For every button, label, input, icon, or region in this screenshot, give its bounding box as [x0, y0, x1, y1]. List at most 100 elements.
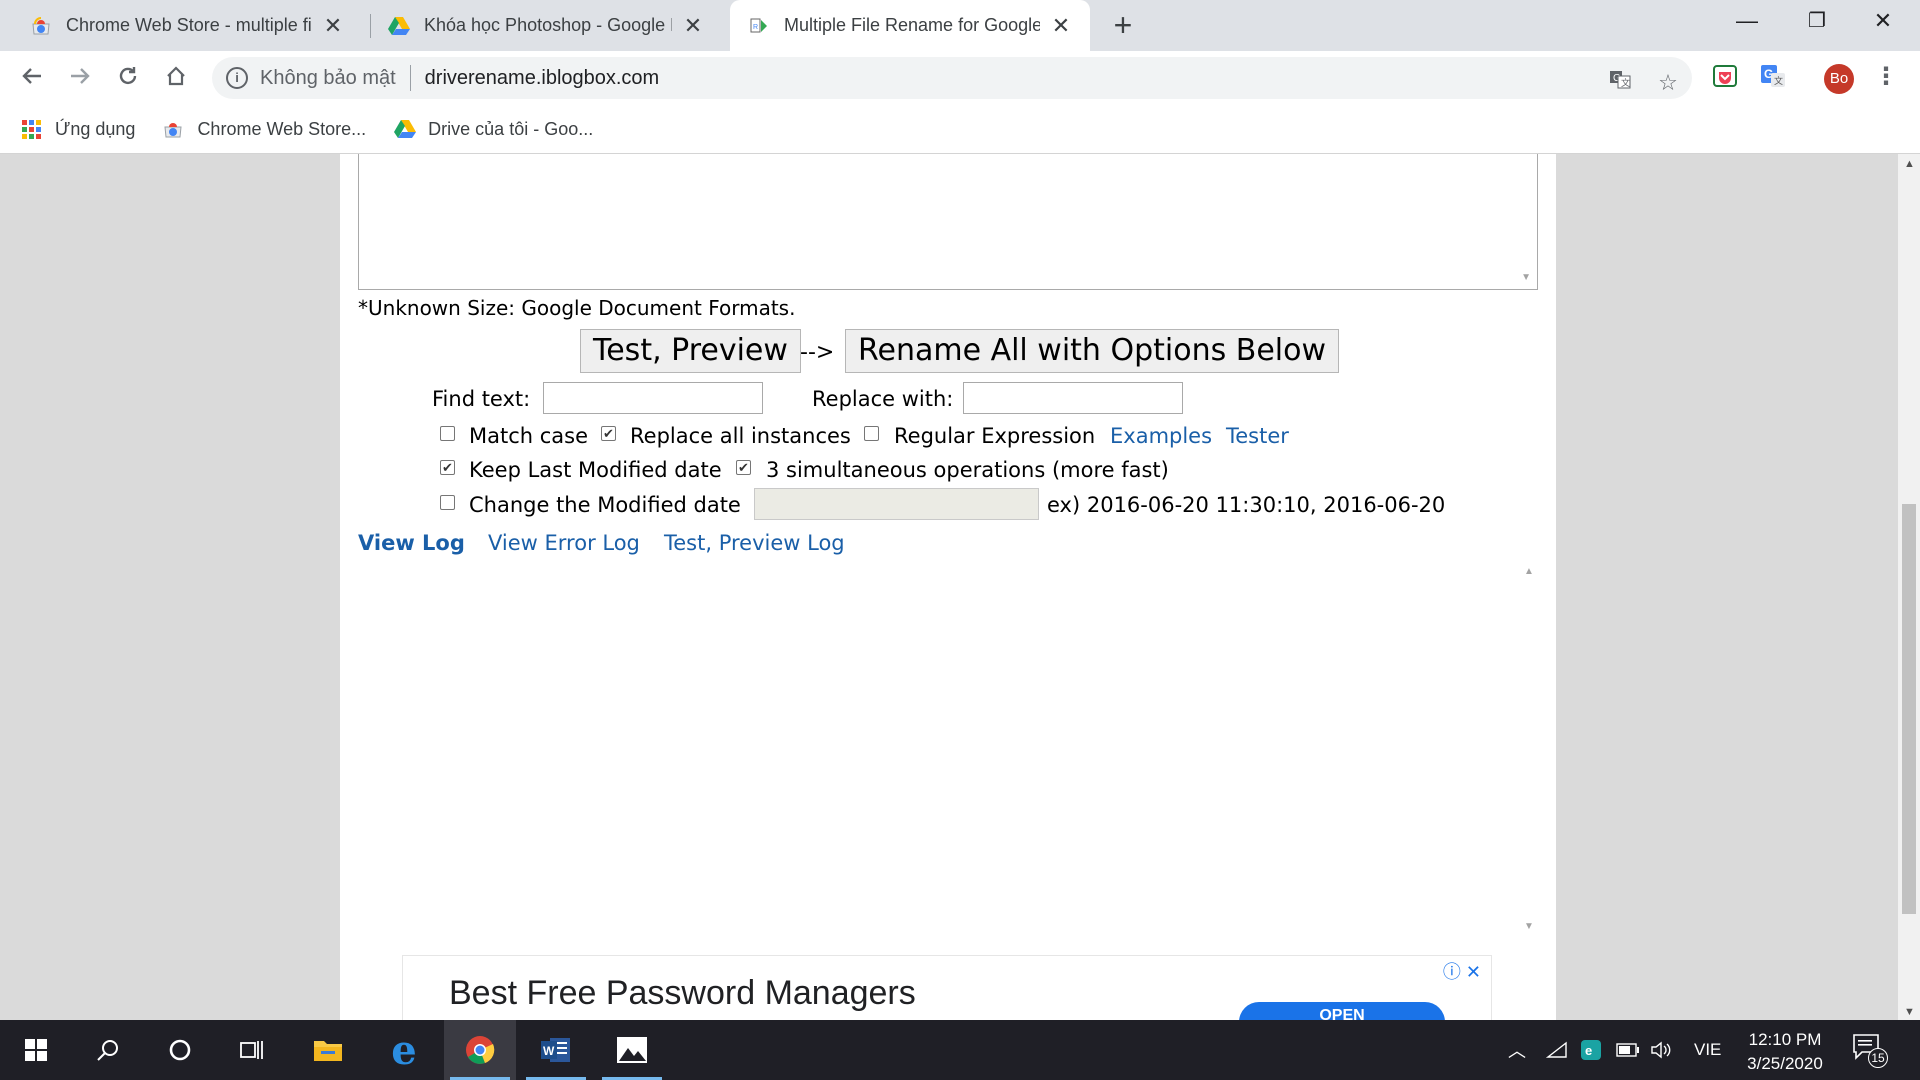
bookmark-label: Chrome Web Store... [197, 118, 367, 139]
svg-text:文: 文 [1621, 77, 1630, 88]
volume-icon[interactable] [1650, 1020, 1672, 1080]
new-tab-button[interactable]: + [1105, 8, 1141, 44]
input-language-indicator[interactable]: VIE [1694, 1020, 1721, 1080]
bookmark-google-drive[interactable]: Drive của tôi - Goo... [394, 119, 593, 140]
tab-khoa-hoc-photoshop[interactable]: Khóa học Photoshop - Google D ✕ [370, 0, 722, 51]
rename-all-button[interactable]: Rename All with Options Below [845, 329, 1340, 373]
profile-avatar[interactable]: Bo [1824, 64, 1854, 94]
task-view-button[interactable] [216, 1020, 288, 1080]
scroll-down-arrow-icon[interactable]: ▼ [1524, 921, 1534, 932]
close-window-button[interactable]: ✕ [1852, 0, 1914, 44]
bookmark-star-icon[interactable]: ☆ [1652, 67, 1684, 99]
chrome-taskbar-button[interactable] [444, 1020, 516, 1080]
edge-button[interactable]: e [368, 1020, 440, 1080]
scroll-up-arrow-icon[interactable]: ▲ [1524, 566, 1534, 577]
scrollbar-thumb[interactable] [1902, 504, 1916, 914]
tab-title: Chrome Web Store - multiple file [66, 15, 312, 35]
reload-icon [119, 67, 137, 85]
word-taskbar-button[interactable]: W [520, 1020, 592, 1080]
back-button[interactable] [14, 60, 50, 96]
system-clock[interactable]: 12:10 PM 3/25/2020 [1730, 1028, 1840, 1076]
tester-link[interactable]: Tester [1226, 424, 1289, 448]
scroll-down-arrow-icon[interactable]: ▼ [1521, 272, 1531, 283]
ad-open-button[interactable]: OPEN [1239, 1002, 1445, 1020]
replace-with-input[interactable] [963, 382, 1183, 414]
change-modified-label: Change the Modified date [469, 493, 741, 517]
test-preview-log-link[interactable]: Test, Preview Log [664, 531, 845, 555]
show-hidden-icons-button[interactable]: ︿ [1508, 1020, 1526, 1080]
photos-taskbar-button[interactable] [596, 1020, 668, 1080]
home-button[interactable] [158, 60, 194, 96]
log-scrollbar[interactable]: ▲ ▼ [1520, 562, 1538, 936]
tab-multiple-file-rename[interactable]: R Multiple File Rename for Google ✕ [730, 0, 1090, 51]
minimize-button[interactable]: — [1716, 0, 1778, 44]
advertisement-banner[interactable]: Best Free Password Managers ⓘ ✕ OPEN [402, 955, 1492, 1020]
regex-label: Regular Expression [894, 424, 1096, 448]
restore-button[interactable]: ❐ [1786, 0, 1848, 44]
close-tab-icon[interactable]: ✕ [682, 13, 704, 39]
scroll-down-arrow-icon[interactable]: ▼ [1904, 1006, 1915, 1018]
google-drive-icon [394, 119, 417, 139]
tab-chrome-web-store[interactable]: Chrome Web Store - multiple file ✕ [0, 0, 362, 51]
windows-taskbar: e W ︿ e VIE 12:10 PM 3/25/2020 15 [0, 1020, 1920, 1080]
change-modified-checkbox[interactable] [440, 495, 455, 510]
back-arrow-icon [22, 68, 41, 84]
tab-title: Multiple File Rename for Google [784, 15, 1040, 35]
close-tab-icon[interactable]: ✕ [1050, 13, 1072, 39]
forward-button[interactable] [62, 60, 98, 96]
bookmark-chrome-web-store[interactable]: Chrome Web Store... [163, 119, 366, 140]
file-explorer-button[interactable] [292, 1020, 364, 1080]
regex-checkbox[interactable] [864, 426, 879, 441]
ad-title[interactable]: Best Free Password Managers [449, 974, 916, 1013]
ad-choices-icon[interactable]: ⓘ ✕ [1443, 958, 1481, 984]
folder-icon [314, 1041, 342, 1061]
replace-all-checkbox[interactable]: ✔ [601, 426, 616, 441]
action-center-button[interactable]: 15 [1852, 1032, 1888, 1068]
find-text-input[interactable] [543, 382, 763, 414]
simultaneous-label: 3 simultaneous operations (more fast) [766, 458, 1169, 482]
security-label: Không bảo mật [260, 66, 396, 89]
search-button[interactable] [72, 1020, 144, 1080]
file-list-textarea[interactable]: ▼ [358, 154, 1538, 290]
apps-grid-icon [22, 119, 41, 139]
reload-button[interactable] [110, 60, 146, 96]
modified-date-input[interactable] [754, 488, 1039, 520]
google-translate-extension-icon[interactable]: G文 [1760, 63, 1788, 91]
svg-text:W: W [543, 1044, 555, 1058]
match-case-checkbox[interactable] [440, 426, 455, 441]
tab-strip: Chrome Web Store - multiple file ✕ Khóa … [0, 0, 1920, 51]
cortana-button[interactable] [144, 1020, 216, 1080]
chrome-icon [466, 1036, 495, 1064]
chrome-web-store-icon [30, 15, 52, 37]
view-error-log-link[interactable]: View Error Log [488, 531, 640, 555]
page-scrollbar[interactable]: ▲ ▼ [1898, 154, 1920, 1020]
examples-link[interactable]: Examples [1110, 424, 1212, 448]
clock-date: 3/25/2020 [1747, 1054, 1823, 1073]
info-icon[interactable]: i [226, 67, 248, 89]
log-output-area[interactable]: ▲ ▼ [358, 562, 1538, 936]
close-tab-icon[interactable]: ✕ [322, 13, 344, 39]
browser-tray-icon[interactable]: e [1580, 1020, 1602, 1080]
simultaneous-checkbox[interactable]: ✔ [736, 460, 751, 475]
find-text-label: Find text: [432, 387, 531, 411]
start-button[interactable] [0, 1020, 72, 1080]
windows-logo-icon [25, 1039, 47, 1061]
keep-modified-checkbox[interactable]: ✔ [440, 460, 455, 475]
address-bar[interactable]: i Không bảo mật driverename.iblogbox.com… [212, 57, 1692, 99]
bookmark-apps[interactable]: Ứng dụng [22, 119, 135, 140]
search-icon [97, 1040, 118, 1061]
chrome-menu-icon[interactable]: ⋮ [1874, 63, 1898, 93]
svg-text:R: R [753, 24, 758, 31]
wifi-icon[interactable] [1546, 1020, 1568, 1080]
pocket-extension-icon[interactable] [1712, 63, 1740, 91]
scroll-up-arrow-icon[interactable]: ▲ [1904, 158, 1915, 170]
battery-icon[interactable] [1616, 1020, 1640, 1080]
view-log-link[interactable]: View Log [358, 531, 465, 555]
translate-icon[interactable]: G文 [1604, 67, 1636, 99]
url-text[interactable]: driverename.iblogbox.com [425, 67, 660, 90]
match-case-label: Match case [469, 424, 589, 448]
rename-app-icon: R [748, 15, 770, 37]
chrome-web-store-icon [163, 119, 183, 139]
clock-time: 12:10 PM [1748, 1030, 1822, 1049]
test-preview-button[interactable]: Test, Preview [580, 329, 801, 373]
